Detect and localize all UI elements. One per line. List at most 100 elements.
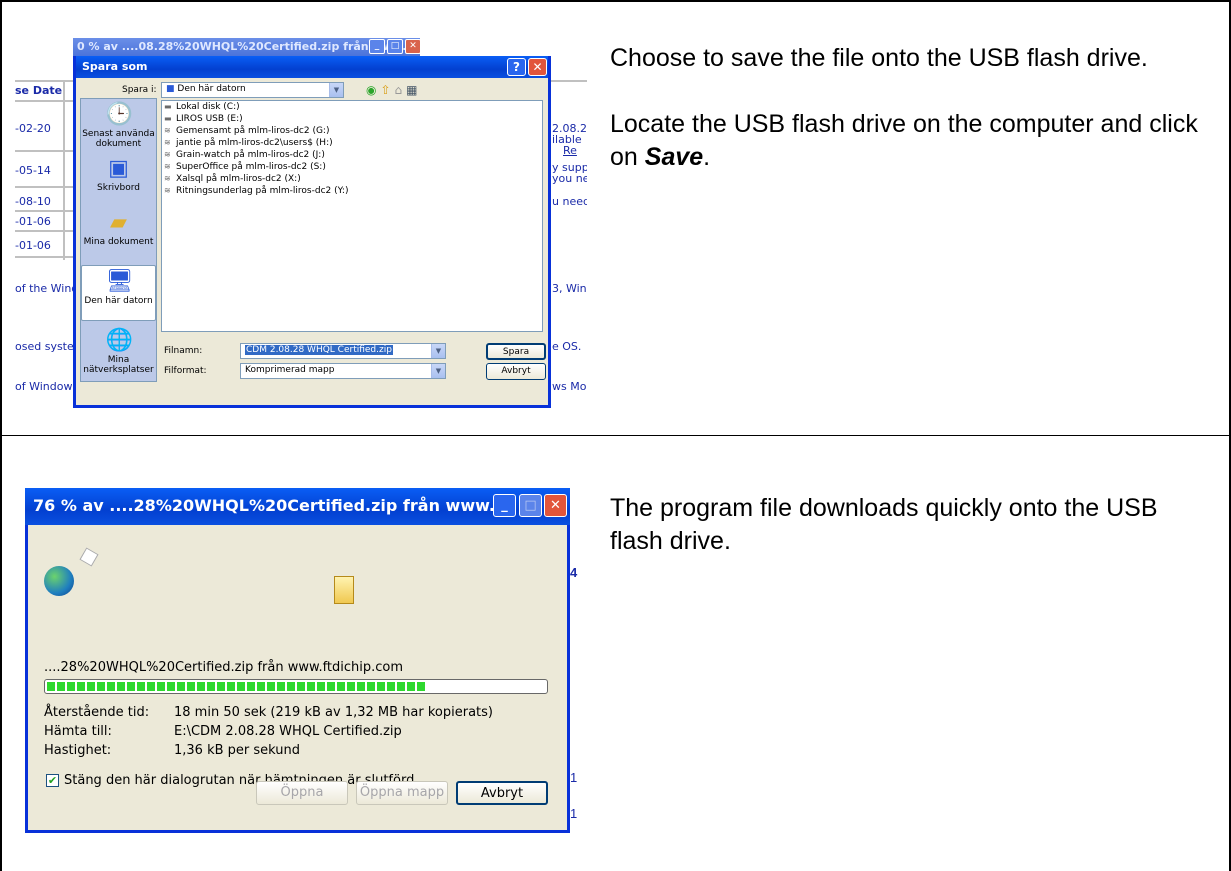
place-recent-documents[interactable]: 🕒 Senast använda dokument	[81, 102, 156, 150]
minimize-icon[interactable]: _	[369, 39, 385, 54]
place-desktop[interactable]: ▣ Skrivbord	[81, 156, 156, 194]
save-as-dialog: Spara som ? ✕ Spara i: ■ Den här datorn …	[73, 56, 551, 408]
save-button[interactable]: Spara	[486, 343, 546, 360]
destination-value: E:\CDM 2.08.28 WHQL Certified.zip	[174, 724, 402, 739]
maximize-icon[interactable]: □	[387, 39, 403, 54]
help-icon[interactable]: ?	[507, 58, 526, 76]
table-cell: -05-14	[15, 164, 51, 177]
desktop-icon: ▣	[108, 156, 129, 181]
table-column-rule	[63, 80, 65, 260]
globe-icon	[44, 566, 74, 596]
close-icon[interactable]: ✕	[528, 58, 547, 76]
download-body: ....28%20WHQL%20Certified.zip från www.f…	[34, 528, 564, 824]
download-progress-bar	[44, 679, 548, 694]
section-divider	[0, 435, 1231, 436]
table-rule	[15, 230, 73, 232]
step1-instructions: Choose to save the file onto the USB fla…	[610, 42, 1210, 207]
background-cell: 4	[570, 565, 578, 580]
network-drive-icon: ≋	[164, 150, 171, 159]
speed-label: Hastighet:	[44, 743, 112, 758]
background-cell: 1	[570, 770, 578, 785]
background-cell: 1	[570, 806, 578, 821]
close-when-done-checkbox[interactable]: ✔	[46, 774, 59, 787]
table-rule	[15, 100, 73, 102]
remaining-label: Återstående tid:	[44, 705, 150, 720]
background-download-titlebar: 0 % av ....08.28%20WHQL%20Certified.zip …	[73, 38, 420, 56]
table-cell: e OS.	[552, 340, 582, 353]
table-link[interactable]: Re	[563, 144, 577, 157]
download-title: 76 % av ....28%20WHQL%20Certified.zip fr…	[33, 496, 508, 515]
table-rule	[15, 150, 73, 152]
close-icon[interactable]: ✕	[405, 39, 420, 54]
chevron-down-icon: ▼	[431, 364, 445, 378]
format-label: Filformat:	[164, 366, 207, 376]
save-as-screenshot: 0 % av ....08.28%20WHQL%20Certified.zip …	[15, 38, 587, 408]
chevron-down-icon: ▼	[329, 83, 343, 97]
step2-instructions: The program file downloads quickly onto …	[610, 492, 1210, 591]
network-drive-icon: ≋	[164, 186, 171, 195]
list-item[interactable]: ▬ LIROS USB (E:)	[162, 113, 542, 125]
new-folder-icon[interactable]: ⌂	[395, 83, 407, 97]
list-item[interactable]: ≋ jantie på mlm-liros-dc2\users$ (H:)	[162, 137, 542, 149]
table-rule	[551, 80, 587, 82]
list-item[interactable]: ≋ SuperOffice på mlm-liros-dc2 (S:)	[162, 161, 542, 173]
place-network[interactable]: 🌐 Mina nätverksplatser	[81, 328, 156, 376]
save-emphasis: Save	[644, 143, 704, 171]
place-my-computer[interactable]: 🖥 Den här datorn	[81, 265, 156, 321]
destination-label: Hämta till:	[44, 724, 112, 739]
dialog-title: Spara som	[82, 60, 148, 73]
network-drive-icon: ≋	[164, 138, 171, 147]
recent-documents-icon: 🕒	[105, 102, 133, 127]
speed-value: 1,36 kB per sekund	[174, 743, 301, 758]
network-places-icon: 🌐	[105, 328, 133, 353]
network-drive-icon: ≋	[164, 174, 171, 183]
close-icon[interactable]: ✕	[544, 494, 567, 517]
step1-text2: Locate the USB flash drive on the comput…	[610, 110, 1198, 171]
list-item[interactable]: ≋ Ritningsunderlag på mlm-liros-dc2 (Y:)	[162, 185, 542, 197]
table-cell: -01-06	[15, 239, 51, 252]
list-item[interactable]: ≋ Gemensamt på mlm-liros-dc2 (G:)	[162, 125, 542, 137]
my-computer-icon: 🖥	[105, 269, 134, 294]
table-header-cell: se Date	[15, 84, 63, 97]
table-cell: of Windows	[15, 380, 79, 393]
filename-input[interactable]: CDM 2.08.28 WHQL Certified.zip ▼	[240, 343, 446, 359]
table-cell: ws Mob	[552, 380, 587, 393]
drive-icon: ▬	[164, 114, 172, 123]
remaining-value: 18 min 50 sek (219 kB av 1,32 MB har kop…	[174, 705, 493, 720]
save-in-label: Spara i:	[122, 85, 157, 95]
table-rule	[15, 210, 73, 212]
table-cell: u need	[552, 195, 587, 208]
network-drive-icon: ≋	[164, 162, 171, 171]
table-cell: of the Wind	[15, 282, 79, 295]
view-menu-icon[interactable]: ▦	[406, 83, 421, 97]
filename-label: Filnamn:	[164, 346, 203, 356]
folder-icon	[334, 576, 354, 604]
table-rule	[15, 186, 73, 188]
progress-fill	[47, 682, 426, 691]
flying-document-icon	[79, 547, 99, 567]
download-titlebar: 76 % av ....28%20WHQL%20Certified.zip fr…	[25, 488, 570, 525]
network-drive-icon: ≋	[164, 126, 171, 135]
maximize-icon: □	[519, 494, 542, 517]
list-item[interactable]: ≋ Grain-watch på mlm-liros-dc2 (J:)	[162, 149, 542, 161]
format-select[interactable]: Komprimerad mapp ▼	[240, 363, 446, 379]
up-folder-icon[interactable]: ⇧	[380, 83, 394, 97]
table-cell: -01-06	[15, 215, 51, 228]
my-documents-icon: ▰	[110, 210, 127, 235]
list-item[interactable]: ≋ Xalsql på mlm-liros-dc2 (X:)	[162, 173, 542, 185]
download-progress-dialog: 76 % av ....28%20WHQL%20Certified.zip fr…	[25, 488, 570, 833]
table-cell: 3, Win	[552, 282, 587, 295]
places-bar: 🕒 Senast använda dokument ▣ Skrivbord ▰ …	[80, 98, 157, 382]
back-icon[interactable]: ◉	[366, 83, 380, 97]
open-button: Öppna	[256, 781, 348, 805]
dialog-titlebar: Spara som ? ✕	[76, 56, 548, 78]
place-my-documents[interactable]: ▰ Mina dokument	[81, 210, 156, 248]
list-item[interactable]: ▬ Lokal disk (C:)	[162, 101, 542, 113]
save-in-select[interactable]: ■ Den här datorn ▼	[161, 82, 344, 98]
file-list: ▬ Lokal disk (C:) ▬ LIROS USB (E:) ≋ Gemens…	[161, 100, 543, 332]
minimize-icon[interactable]: _	[493, 494, 516, 517]
cancel-button[interactable]: Avbryt	[486, 363, 546, 380]
open-folder-button: Öppna mapp	[356, 781, 448, 805]
cancel-download-button[interactable]: Avbryt	[456, 781, 548, 805]
download-source: ....28%20WHQL%20Certified.zip från www.f…	[44, 660, 404, 675]
